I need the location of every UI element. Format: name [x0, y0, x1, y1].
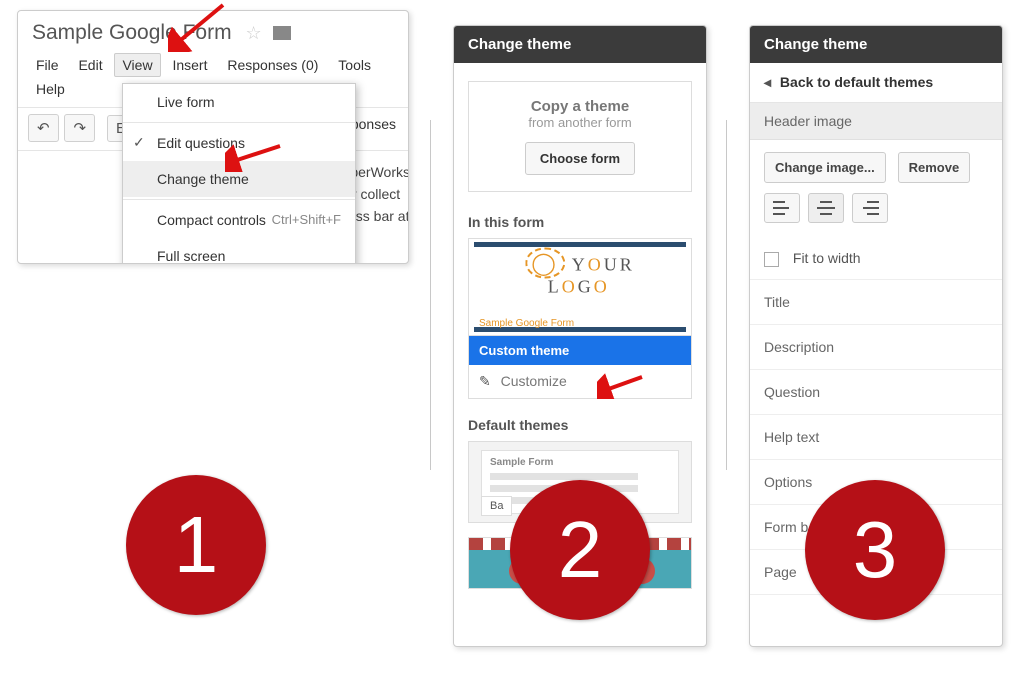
pencil-icon: ✎ — [479, 373, 491, 389]
theme-thumbnail: ◯ YOUR LOGO Sample Google Form — [469, 239, 691, 336]
row-title[interactable]: Title — [750, 280, 1002, 325]
divider — [726, 120, 727, 470]
check-icon: ✓ — [133, 134, 145, 151]
menuitem-compact-shortcut: Ctrl+Shift+F — [272, 212, 341, 227]
menu-separator — [123, 122, 355, 123]
thumb-top-border — [474, 242, 686, 247]
chevron-left-icon: ◂ — [764, 74, 771, 90]
custom-theme-label: Custom theme — [469, 336, 691, 365]
redo-button[interactable]: ↷ — [64, 114, 95, 142]
menuitem-compact-label: Compact controls — [157, 212, 266, 228]
customize-label: Customize — [501, 373, 567, 389]
undo-button[interactable]: ↶ — [28, 114, 59, 142]
row-help-text[interactable]: Help text — [750, 415, 1002, 460]
menu-help[interactable]: Help — [28, 77, 73, 101]
choose-form-button[interactable]: Choose form — [525, 142, 635, 175]
divider — [430, 120, 431, 470]
panel-header: Change theme — [750, 26, 1002, 63]
align-left-button[interactable] — [764, 193, 800, 223]
row-description[interactable]: Description — [750, 325, 1002, 370]
menu-responses[interactable]: Responses (0) — [219, 53, 326, 77]
menuitem-live-form[interactable]: Live form — [123, 84, 355, 120]
remove-image-button[interactable]: Remove — [898, 152, 971, 183]
thumb-subtitle: Sample Google Form — [479, 318, 574, 329]
customize-button[interactable]: ✎ Customize — [469, 365, 691, 398]
header-image-controls: Change image... Remove — [750, 140, 1002, 238]
annotation-arrow — [168, 2, 228, 52]
align-buttons — [764, 193, 988, 226]
default-theme-title: Sample Form — [490, 457, 553, 468]
view-dropdown: Live form ✓ Edit questions Change theme … — [122, 83, 356, 264]
folder-icon[interactable] — [273, 26, 291, 40]
step-badge-3: 3 — [805, 480, 945, 620]
logo-placeholder: ◯ YOUR LOGO — [525, 250, 634, 297]
menu-insert[interactable]: Insert — [164, 53, 215, 77]
menu-file[interactable]: File — [28, 53, 67, 77]
step-badge-2: 2 — [510, 480, 650, 620]
align-center-button[interactable] — [808, 193, 844, 223]
menuitem-full-screen[interactable]: Full screen — [123, 238, 355, 264]
align-right-button[interactable] — [852, 193, 888, 223]
star-icon[interactable]: ☆ — [245, 23, 261, 43]
menu-edit[interactable]: Edit — [70, 53, 110, 77]
default-theme-label: Ba — [481, 496, 512, 516]
annotation-arrow — [597, 373, 647, 399]
fit-to-width-label: Fit to width — [793, 250, 861, 266]
copy-theme-sub: from another form — [479, 115, 681, 130]
menu-view[interactable]: View — [114, 53, 160, 77]
change-image-button[interactable]: Change image... — [764, 152, 886, 183]
back-label: Back to default themes — [780, 74, 933, 90]
section-in-this-form: In this form — [468, 214, 692, 230]
checkbox[interactable] — [764, 252, 779, 267]
panel-header: Change theme — [454, 26, 706, 63]
annotation-arrow — [225, 142, 285, 172]
copy-theme-box: Copy a theme from another form Choose fo… — [468, 81, 692, 192]
fit-to-width-row[interactable]: Fit to width — [750, 238, 1002, 280]
step-badge-1: 1 — [126, 475, 266, 615]
section-default-themes: Default themes — [468, 417, 692, 433]
row-question[interactable]: Question — [750, 370, 1002, 415]
menu-separator — [123, 199, 355, 200]
back-button[interactable]: ◂ Back to default themes — [750, 63, 1002, 103]
section-header-image: Header image — [750, 103, 1002, 140]
custom-theme-card[interactable]: ◯ YOUR LOGO Sample Google Form Custom th… — [468, 238, 692, 399]
menu-tools[interactable]: Tools — [330, 53, 379, 77]
copy-theme-title: Copy a theme — [479, 98, 681, 115]
menuitem-compact-controls[interactable]: Compact controls Ctrl+Shift+F — [123, 202, 355, 238]
